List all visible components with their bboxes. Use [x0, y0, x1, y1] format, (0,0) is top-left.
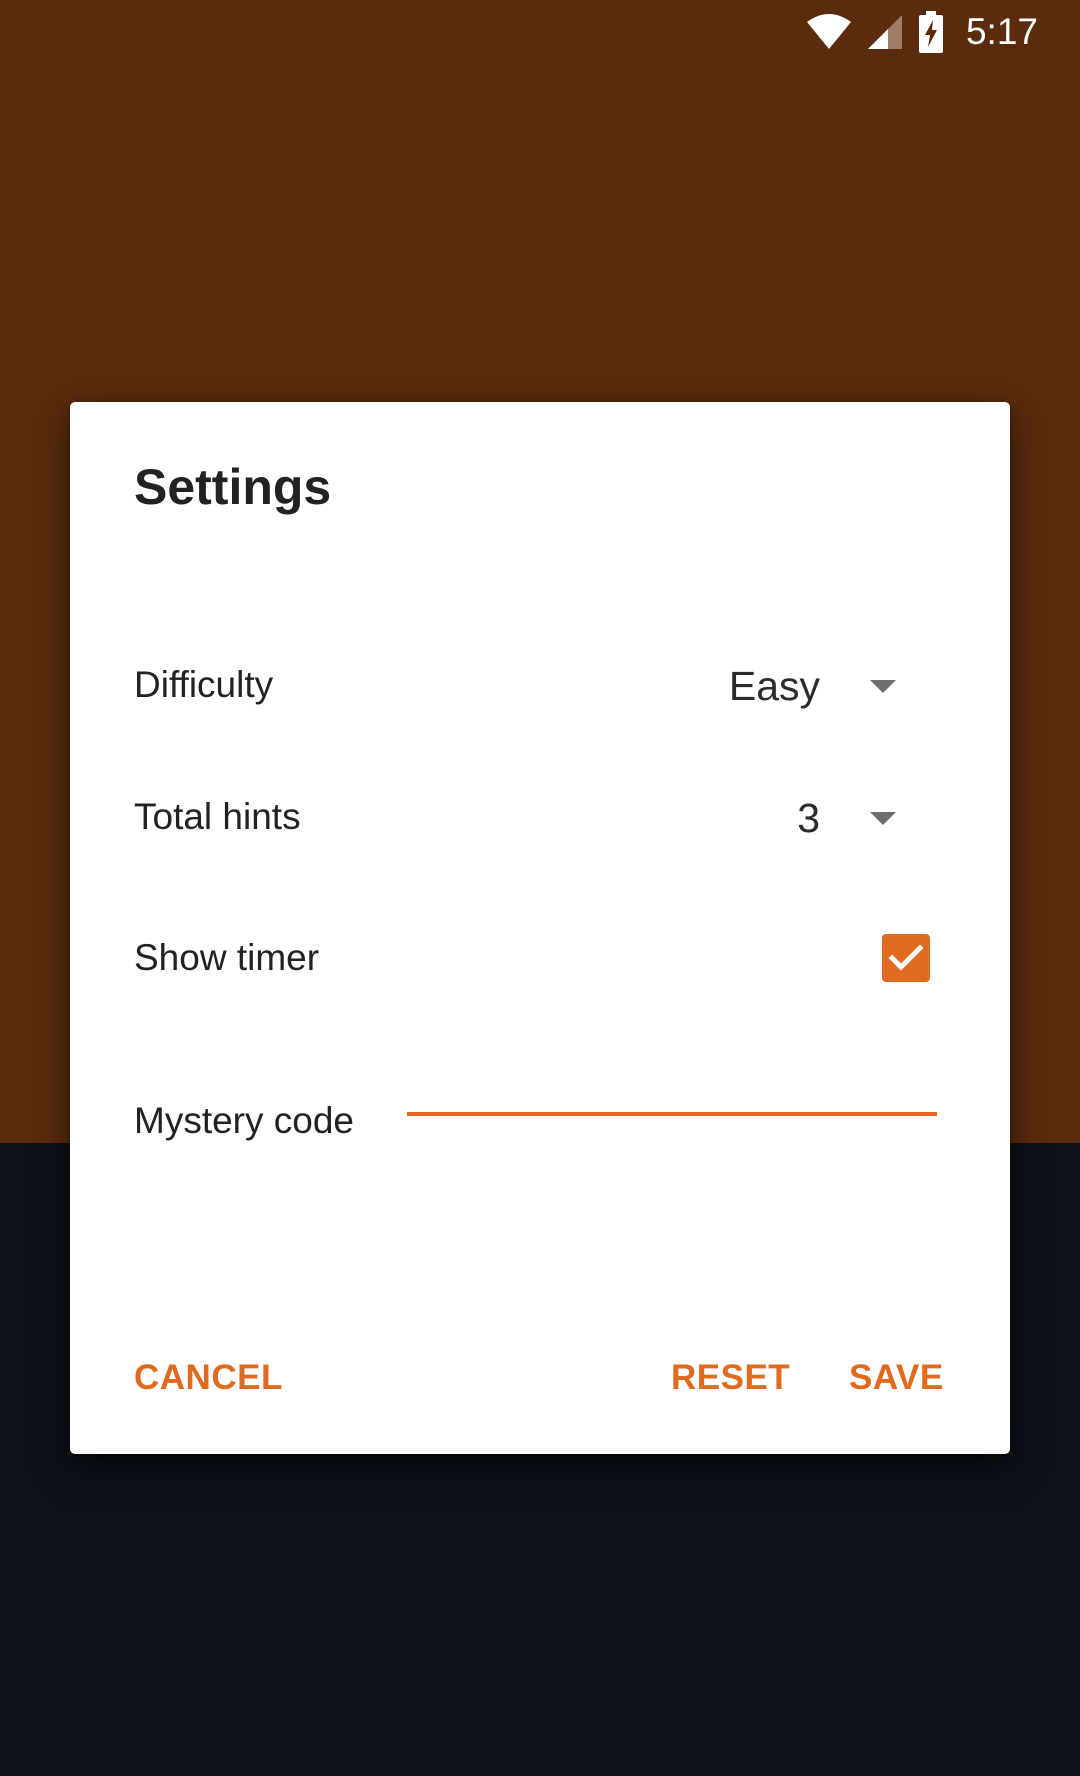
difficulty-selected-value: Easy: [728, 662, 820, 709]
total-hints-selected-value: 3: [797, 794, 820, 841]
difficulty-label: Difficulty: [134, 664, 274, 705]
dropdown-arrow-icon: [870, 812, 896, 825]
dialog-title: Settings: [134, 459, 332, 515]
cancel-button[interactable]: CANCEL: [134, 1358, 283, 1398]
reset-button[interactable]: RESET: [671, 1358, 790, 1398]
wifi-icon: [806, 14, 852, 50]
dropdown-arrow-icon: [870, 680, 896, 693]
status-time: 5:17: [965, 11, 1038, 52]
mystery-code-input[interactable]: [407, 1056, 937, 1116]
checkmark-icon: [888, 944, 924, 971]
battery-charging-icon: [918, 11, 944, 53]
settings-dialog: Settings Difficulty Easy Total hints 3 S…: [70, 402, 1010, 1454]
total-hints-label: Total hints: [134, 796, 301, 837]
total-hints-dropdown[interactable]: 3: [680, 788, 900, 848]
show-timer-label: Show timer: [134, 937, 320, 978]
cell-signal-icon: [866, 13, 904, 51]
show-timer-checkbox[interactable]: [882, 934, 930, 982]
mystery-code-label: Mystery code: [134, 1100, 355, 1141]
save-button[interactable]: SAVE: [849, 1358, 944, 1398]
difficulty-dropdown[interactable]: Easy: [680, 656, 900, 716]
status-bar: 5:17: [806, 0, 1038, 64]
